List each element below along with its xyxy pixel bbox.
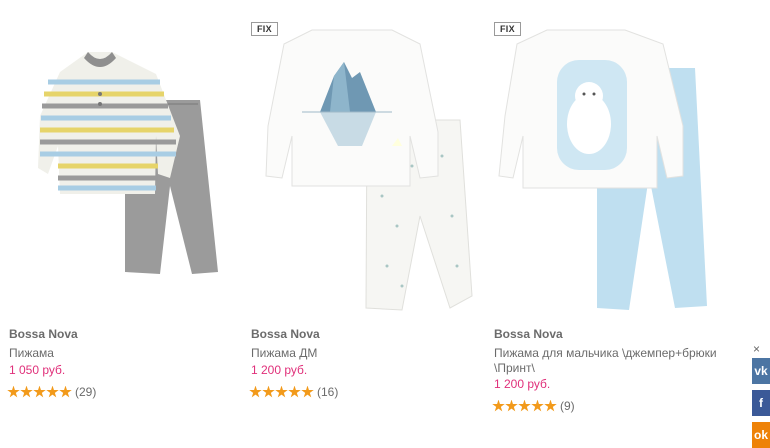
review-count[interactable]: (16)	[317, 385, 338, 399]
star-icon	[531, 399, 544, 412]
star-icon	[275, 385, 288, 398]
star-icon	[518, 399, 531, 412]
product-name[interactable]: Пижама	[9, 346, 244, 361]
rating-stars	[249, 385, 314, 399]
star-icon	[544, 399, 557, 412]
product-card[interactable]: FIX Bossa Nova Пижама для мальчика \джем…	[485, 0, 723, 435]
star-icon	[288, 385, 301, 398]
close-icon[interactable]: ×	[753, 342, 760, 356]
rating-stars	[492, 399, 557, 413]
star-icon	[46, 385, 59, 398]
star-icon	[505, 399, 518, 412]
star-icon	[262, 385, 275, 398]
review-count[interactable]: (9)	[560, 399, 575, 413]
star-icon	[33, 385, 46, 398]
product-rating: (29)	[7, 385, 96, 399]
facebook-share-button[interactable]: f	[752, 390, 770, 416]
product-brand[interactable]: Bossa Nova	[9, 327, 78, 341]
product-brand[interactable]: Bossa Nova	[251, 327, 320, 341]
product-rating: (16)	[249, 385, 338, 399]
product-name[interactable]: Пижама ДМ	[251, 346, 486, 361]
product-price: 1 050 руб.	[9, 363, 66, 377]
odnoklassniki-share-button[interactable]: ok	[752, 422, 770, 448]
product-image[interactable]	[0, 16, 238, 316]
vk-share-button[interactable]: vk	[752, 358, 770, 384]
star-icon	[20, 385, 33, 398]
product-price: 1 200 руб.	[251, 363, 308, 377]
star-icon	[249, 385, 262, 398]
star-icon	[7, 385, 20, 398]
review-count[interactable]: (29)	[75, 385, 96, 399]
product-brand[interactable]: Bossa Nova	[494, 327, 563, 341]
product-name[interactable]: Пижама для мальчика \джемпер+брюки \Прин…	[494, 346, 729, 376]
product-rating: (9)	[492, 399, 575, 413]
product-card[interactable]: FIX Bossa Nova Пижама ДМ 1 200 руб. (16)	[242, 0, 480, 435]
product-image[interactable]	[242, 16, 480, 316]
product-card[interactable]: Bossa Nova Пижама 1 050 руб. (29)	[0, 0, 238, 435]
star-icon	[492, 399, 505, 412]
product-image[interactable]	[485, 16, 723, 316]
product-grid: Bossa Nova Пижама 1 050 руб. (29) FIX Bo…	[0, 0, 760, 435]
product-price: 1 200 руб.	[494, 377, 551, 391]
rating-stars	[7, 385, 72, 399]
star-icon	[301, 385, 314, 398]
star-icon	[59, 385, 72, 398]
